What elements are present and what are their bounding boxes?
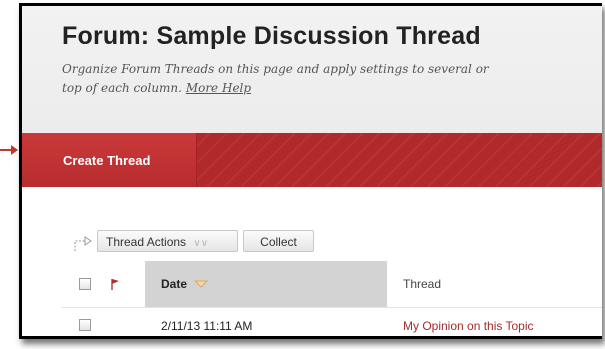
page-description: Organize Forum Threads on this page and … [62, 60, 602, 98]
date-column-label: Date [161, 277, 188, 291]
description-line-1: Organize Forum Threads on this page and … [62, 62, 489, 76]
create-thread-button[interactable]: Create Thread [22, 133, 197, 187]
select-all-checkbox[interactable] [79, 278, 91, 290]
forum-window: Forum: Sample Discussion Thread Organize… [19, 3, 602, 339]
select-all-arrow-icon [74, 236, 92, 251]
flag-icon[interactable] [110, 278, 120, 290]
row-checkbox[interactable] [79, 319, 91, 331]
more-help-link[interactable]: More Help [186, 81, 251, 95]
thread-actions-label: Thread Actions [106, 235, 187, 249]
chevron-down-icon: ∨∨ [193, 238, 209, 249]
action-bar: Create Thread [22, 133, 602, 187]
thread-link[interactable]: My Opinion on this Topic [403, 319, 534, 333]
date-column-header[interactable]: Date [145, 261, 387, 307]
description-line-2: top of each column. [62, 81, 182, 95]
thread-actions-menu-button[interactable]: Thread Actions ∨∨ [97, 230, 238, 252]
table-header: Date Thread [62, 261, 602, 308]
collect-button[interactable]: Collect [243, 230, 314, 252]
thread-column-header[interactable]: Thread [387, 261, 602, 307]
pointer-arrow-icon [0, 145, 18, 155]
page-header: Forum: Sample Discussion Thread Organize… [22, 6, 602, 133]
page-title: Forum: Sample Discussion Thread [62, 22, 481, 50]
sort-descending-icon [194, 280, 209, 288]
row-date: 2/11/13 11:11 AM [161, 319, 253, 333]
table-row: 2/11/13 11:11 AM My Opinion on this Topi… [62, 308, 602, 336]
